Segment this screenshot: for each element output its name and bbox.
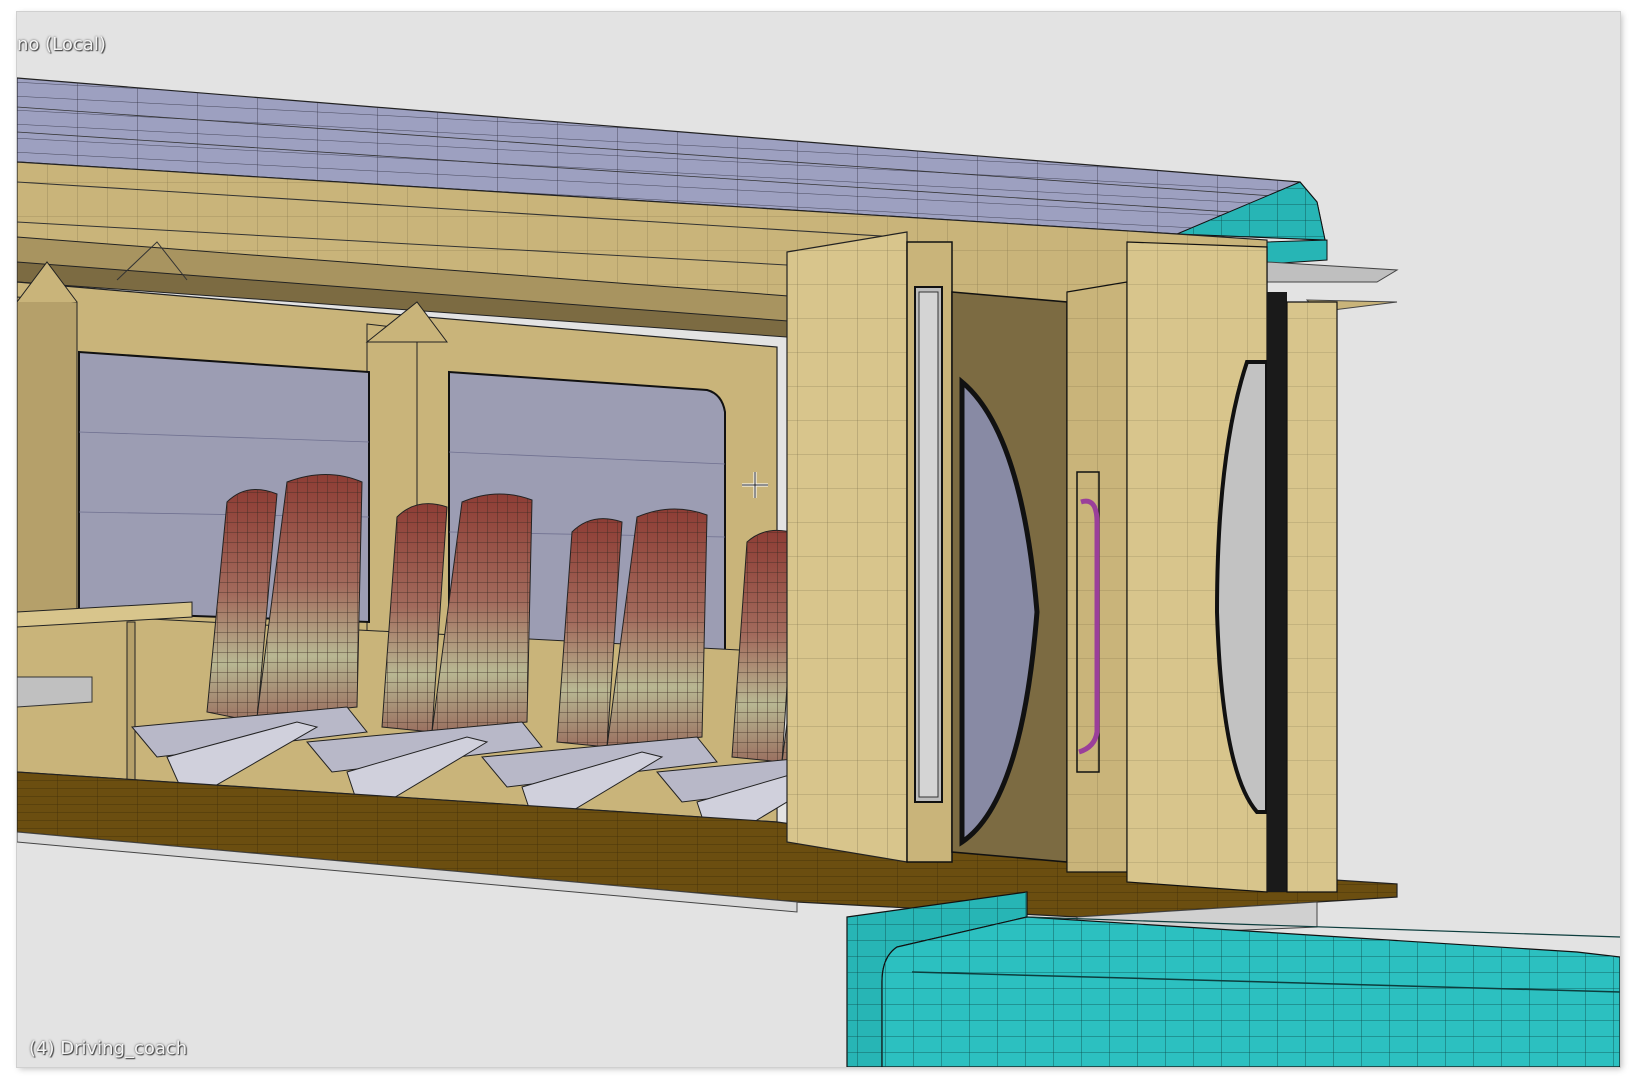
3d-viewport[interactable]: no (Local) (4) Driving_coach: [17, 12, 1620, 1067]
train-coach-mesh: [17, 77, 1620, 1067]
active-object-label: (4) Driving_coach: [29, 1038, 188, 1059]
vestibule: [786, 231, 1338, 893]
crosshair-cursor-icon: [742, 472, 768, 498]
viewport-view-label: no (Local): [17, 34, 106, 55]
